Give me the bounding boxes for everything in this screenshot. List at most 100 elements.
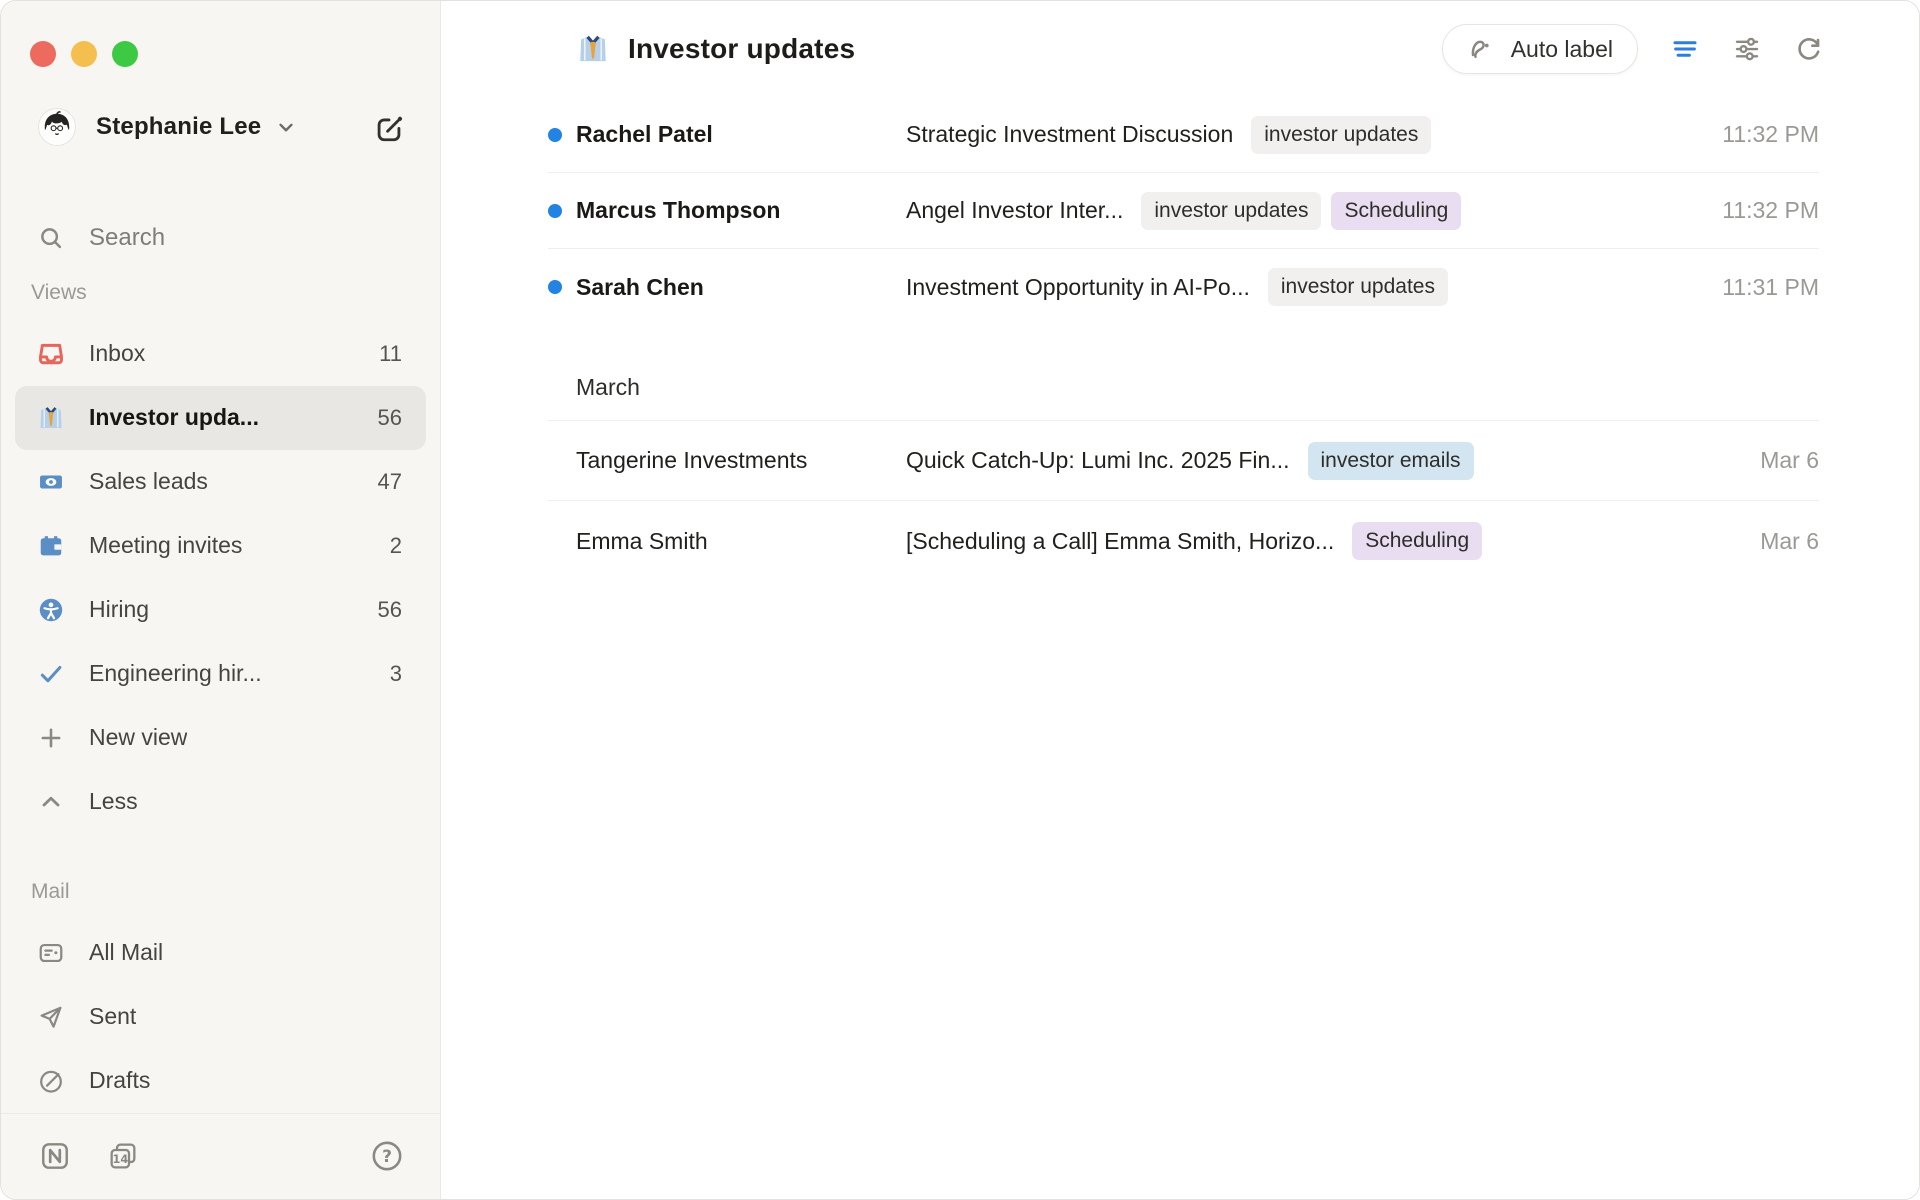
- sidebar-item-hiring[interactable]: Hiring 56: [15, 578, 426, 642]
- email-subject: [Scheduling a Call] Emma Smith, Horizo..…: [906, 528, 1334, 555]
- email-row[interactable]: Marcus Thompson Angel Investor Inter... …: [548, 173, 1819, 249]
- sidebar-item-count: 56: [378, 405, 402, 431]
- email-row[interactable]: Tangerine Investments Quick Catch-Up: Lu…: [548, 421, 1819, 501]
- close-button[interactable]: [30, 41, 56, 67]
- window-controls: [1, 1, 440, 67]
- email-tags: investor updates: [1268, 268, 1448, 306]
- sidebar-item-inbox[interactable]: Inbox 11: [15, 322, 426, 386]
- label-tag[interactable]: Scheduling: [1331, 192, 1461, 230]
- sidebar-item-icon: [37, 939, 65, 967]
- account-switcher[interactable]: Stephanie Lee: [38, 107, 406, 147]
- sidebar-item-icon: [37, 1067, 65, 1095]
- plus-icon: [37, 724, 65, 752]
- email-time: 11:32 PM: [1702, 197, 1819, 224]
- sidebar-item-count: 11: [379, 341, 402, 367]
- label-tag[interactable]: investor updates: [1141, 192, 1321, 230]
- refresh-button[interactable]: [1794, 34, 1824, 64]
- email-time: 11:31 PM: [1702, 274, 1819, 301]
- sidebar-item-count: 3: [390, 661, 402, 687]
- person-icon: [37, 596, 65, 624]
- sidebar-item-label: All Mail: [89, 939, 163, 966]
- sidebar-item-engineering-hir[interactable]: Engineering hir... 3: [15, 642, 426, 706]
- sidebar-item-sales-leads[interactable]: Sales leads 47: [15, 450, 426, 514]
- sidebar-item-count: 47: [378, 469, 402, 495]
- sidebar-item-icon: [37, 788, 65, 816]
- sidebar: Stephanie Lee Search Views Inbox 11 Inve…: [1, 1, 441, 1199]
- sidebar-item-sent[interactable]: Sent: [15, 985, 426, 1049]
- auto-label-icon: [1467, 34, 1497, 64]
- sidebar-item-label: New view: [89, 724, 187, 751]
- email-row[interactable]: Emma Smith [Scheduling a Call] Emma Smit…: [548, 501, 1819, 581]
- filter-icon: [1670, 34, 1700, 64]
- sidebar-item-meeting-invites[interactable]: Meeting invites 2: [15, 514, 426, 578]
- email-group-rows: Rachel Patel Strategic Investment Discus…: [548, 97, 1819, 325]
- user-name: Stephanie Lee: [96, 113, 261, 141]
- sidebar-item-label: Sent: [89, 1003, 136, 1030]
- search-icon: [37, 224, 65, 252]
- email-sender: Sarah Chen: [576, 274, 906, 301]
- email-time: 11:32 PM: [1702, 121, 1819, 148]
- label-tag[interactable]: investor updates: [1251, 116, 1431, 154]
- sidebar-item-new-view[interactable]: New view: [15, 706, 426, 770]
- notion-app-icon[interactable]: [39, 1140, 71, 1172]
- email-subject: Quick Catch-Up: Lumi Inc. 2025 Fin...: [906, 447, 1290, 474]
- email-group: March Tangerine Investments Quick Catch-…: [548, 355, 1819, 581]
- sidebar-item-icon: [37, 596, 65, 624]
- chevron-down-icon: [273, 114, 299, 140]
- page-title: Investor updates: [628, 33, 855, 65]
- email-time: Mar 6: [1740, 447, 1819, 474]
- sidebar-item-label: Drafts: [89, 1067, 150, 1094]
- header-actions: Auto label: [1442, 24, 1824, 74]
- chevron-down-icon: [273, 114, 299, 140]
- email-sender: Marcus Thompson: [576, 197, 906, 224]
- email-sender: Tangerine Investments: [576, 447, 906, 474]
- compose-button[interactable]: [372, 110, 406, 144]
- chevron-up-icon: [37, 788, 65, 816]
- sidebar-item-investor-upda[interactable]: Investor upda... 56: [15, 386, 426, 450]
- email-time: Mar 6: [1740, 528, 1819, 555]
- unread-dot-column: [548, 454, 576, 468]
- zoom-button[interactable]: [112, 41, 138, 67]
- display-settings-button[interactable]: [1732, 34, 1762, 64]
- date-group-header: March: [548, 355, 1819, 421]
- search-button[interactable]: Search: [15, 211, 426, 266]
- label-tag[interactable]: investor emails: [1308, 442, 1474, 480]
- app-window: Stephanie Lee Search Views Inbox 11 Inve…: [0, 0, 1920, 1200]
- auto-label-icon: [1467, 34, 1497, 64]
- help-icon: ?: [370, 1139, 404, 1173]
- email-tags: Scheduling: [1352, 522, 1482, 560]
- sidebar-item-all-mail[interactable]: All Mail: [15, 921, 426, 985]
- email-row[interactable]: Rachel Patel Strategic Investment Discus…: [548, 97, 1819, 173]
- sidebar-sections: Views Inbox 11 Investor upda... 56 Sales…: [1, 266, 440, 1113]
- unread-dot-column: [548, 128, 576, 142]
- email-tags: investor updates Scheduling: [1141, 192, 1461, 230]
- email-row[interactable]: Sarah Chen Investment Opportunity in AI-…: [548, 249, 1819, 325]
- unread-dot: [548, 204, 562, 218]
- banknote-icon: [37, 468, 65, 496]
- sidebar-item-label: Engineering hir...: [89, 660, 262, 687]
- drafts-icon: [37, 1067, 65, 1095]
- email-subject: Strategic Investment Discussion: [906, 121, 1233, 148]
- sidebar-item-less[interactable]: Less: [15, 770, 426, 834]
- calendar-app-icon[interactable]: 14: [107, 1140, 139, 1172]
- email-sender: Emma Smith: [576, 528, 906, 555]
- sidebar-item-icon: [37, 660, 65, 688]
- calendar-icon: [37, 532, 65, 560]
- section-label: Mail: [31, 877, 440, 907]
- auto-label-button[interactable]: Auto label: [1442, 24, 1638, 74]
- sidebar-item-drafts[interactable]: Drafts: [15, 1049, 426, 1113]
- notion-app-icon: [39, 1140, 71, 1172]
- section-label: Views: [31, 278, 440, 308]
- sidebar-section: Mail All Mail Sent Drafts: [1, 877, 440, 1113]
- help-button[interactable]: ?: [370, 1139, 404, 1173]
- filter-button[interactable]: [1670, 34, 1700, 64]
- sidebar-footer: 14 ?: [1, 1113, 440, 1199]
- minimize-button[interactable]: [71, 41, 97, 67]
- label-tag[interactable]: Scheduling: [1352, 522, 1482, 560]
- avatar: [38, 108, 76, 146]
- search-icon: [37, 224, 65, 252]
- sidebar-item-label: Sales leads: [89, 468, 208, 495]
- sidebar-item-icon: [37, 724, 65, 752]
- sidebar-item-label: Inbox: [89, 340, 145, 367]
- label-tag[interactable]: investor updates: [1268, 268, 1448, 306]
